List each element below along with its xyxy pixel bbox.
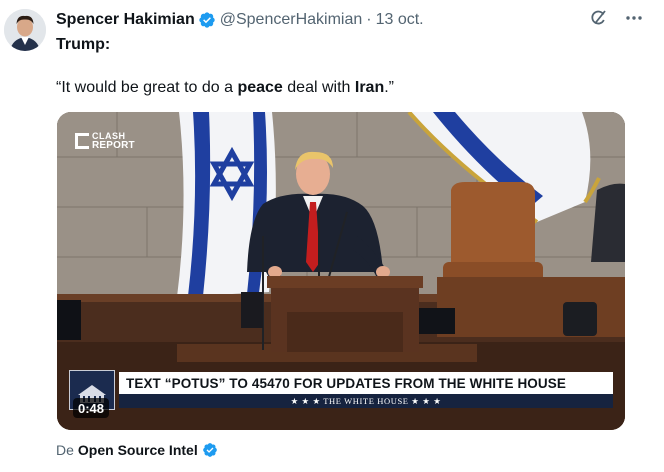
quote-part: deal with	[282, 79, 355, 96]
brand-bottom-text: REPORT	[92, 140, 135, 151]
chyron-headline: TEXT “POTUS” TO 45470 FOR UPDATES FROM T…	[119, 372, 613, 394]
quote-part: .”	[384, 79, 394, 96]
verified-badge-icon[interactable]	[198, 11, 216, 29]
author-handle[interactable]: @SpencerHakimian	[220, 11, 363, 29]
media-source: De Open Source Intel	[56, 442, 222, 458]
avatar-photo	[4, 9, 46, 51]
more-dots-icon[interactable]	[624, 8, 644, 28]
quote-part: “It would be great to do a	[56, 79, 238, 96]
tweet-text-speaker: Trump:	[56, 36, 111, 53]
news-chyron: TEXT “POTUS” TO 45470 FOR UPDATES FROM T…	[69, 370, 615, 410]
quote-bold-iran: Iran	[354, 79, 385, 96]
tweet-video[interactable]: CLASH REPORT TEXT “POTUS” TO 45470 FOR U…	[57, 112, 625, 430]
tweet-text-quote: “It would be great to do a peace deal wi…	[56, 79, 394, 97]
tweet-date[interactable]: 13 oct.	[376, 11, 424, 29]
chyron-subline: ★ ★ ★ THE WHITE HOUSE ★ ★ ★	[119, 394, 613, 408]
source-prefix: De	[56, 442, 74, 458]
tweet-header: Spencer Hakimian @SpencerHakimian · 13 o…	[56, 10, 424, 30]
verified-badge-icon[interactable]	[202, 442, 218, 458]
video-duration: 0:48	[73, 398, 110, 418]
tweet-actions	[588, 8, 644, 28]
clash-report-logo: CLASH REPORT	[75, 132, 135, 151]
quote-bold-peace: peace	[237, 79, 283, 96]
author-avatar[interactable]	[4, 9, 46, 51]
clash-report-mark-icon	[75, 133, 89, 149]
grok-icon[interactable]	[588, 8, 608, 28]
source-account-link[interactable]: Open Source Intel	[78, 442, 198, 458]
header-separator: ·	[366, 11, 372, 28]
author-name[interactable]: Spencer Hakimian	[56, 11, 195, 29]
